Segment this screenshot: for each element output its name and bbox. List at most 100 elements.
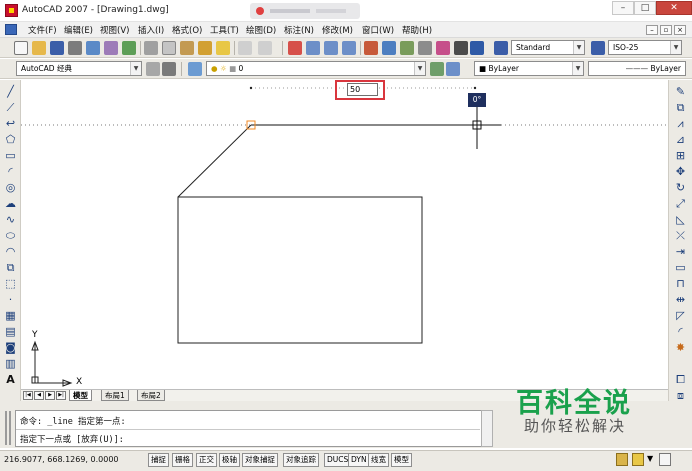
dynamic-input-field[interactable]: 50 xyxy=(347,83,378,96)
move-icon[interactable]: ✥ xyxy=(674,165,687,178)
next-tab-icon[interactable]: ▶ xyxy=(45,391,55,400)
lock-toolbar-icon[interactable] xyxy=(632,453,644,466)
lineweight-toggle[interactable]: 线宽 xyxy=(368,453,389,467)
close-button[interactable]: ✕ xyxy=(656,1,692,15)
cut-icon[interactable] xyxy=(144,41,158,55)
workspace-select[interactable]: AutoCAD 经典 ▼ xyxy=(16,61,142,76)
ortho-toggle[interactable]: 正交 xyxy=(196,453,217,467)
doc-restore-button[interactable]: ▫ xyxy=(660,25,672,35)
save-workspace-icon[interactable] xyxy=(162,62,176,76)
menu-file[interactable]: 文件(F) xyxy=(28,24,57,36)
pan-icon[interactable] xyxy=(288,41,302,55)
erase-icon[interactable]: ✎ xyxy=(674,85,687,98)
point-icon[interactable]: · xyxy=(4,293,17,306)
dim-style-select[interactable]: ISO-25 ▼ xyxy=(608,40,682,55)
clean-screen-icon[interactable] xyxy=(659,453,671,466)
stretch-icon[interactable]: ◺ xyxy=(674,213,687,226)
menu-help[interactable]: 帮助(H) xyxy=(402,24,432,36)
help-icon[interactable] xyxy=(470,41,484,55)
table-icon[interactable]: ▥ xyxy=(4,357,17,370)
make-block-icon[interactable]: ⬚ xyxy=(4,277,17,290)
new-icon[interactable] xyxy=(14,41,28,55)
drawn-rectangle[interactable] xyxy=(177,196,423,344)
maximize-button[interactable]: □ xyxy=(634,1,656,15)
design-center-icon[interactable] xyxy=(382,41,396,55)
insert-block-icon[interactable]: ⧉ xyxy=(4,261,17,274)
region-icon[interactable]: ◙ xyxy=(4,341,17,354)
layer-select[interactable]: ● ☼ ■ 0 ▼ xyxy=(206,61,426,76)
osnap-toggle[interactable]: 对象捕捉 xyxy=(242,453,278,467)
tool-palettes-icon[interactable] xyxy=(400,41,414,55)
browser-tab[interactable] xyxy=(250,3,360,19)
document-icon[interactable] xyxy=(5,24,17,35)
dyn-toggle[interactable]: DYN xyxy=(348,453,370,467)
linetype-select[interactable]: ——— ByLayer xyxy=(588,61,686,76)
menu-modify[interactable]: 修改(M) xyxy=(322,24,353,36)
undo-icon[interactable] xyxy=(238,41,252,55)
block-editor-icon[interactable] xyxy=(216,41,230,55)
publish-web-icon[interactable] xyxy=(122,41,136,55)
hatch-icon[interactable]: ▦ xyxy=(4,309,17,322)
paste-icon[interactable] xyxy=(180,41,194,55)
trim-icon[interactable]: ⤫ xyxy=(674,229,687,242)
rotate-icon[interactable]: ↻ xyxy=(674,181,687,194)
otrack-toggle[interactable]: 对象追踪 xyxy=(283,453,319,467)
dim-style-icon[interactable] xyxy=(591,41,605,55)
tab-layout2[interactable]: 布局2 xyxy=(137,390,165,401)
revision-cloud-icon[interactable]: ☁ xyxy=(4,197,17,210)
multiline-text-icon[interactable]: A xyxy=(4,373,17,386)
zoom-realtime-icon[interactable] xyxy=(306,41,320,55)
match-properties-icon[interactable] xyxy=(198,41,212,55)
drawn-line[interactable] xyxy=(177,124,252,198)
copy-object-icon[interactable]: ⧉ xyxy=(674,101,687,114)
gradient-icon[interactable]: ▤ xyxy=(4,325,17,338)
minimize-button[interactable]: – xyxy=(612,1,634,15)
snap-toggle[interactable]: 捕捉 xyxy=(148,453,169,467)
communication-center-icon[interactable] xyxy=(616,453,628,466)
previous-tab-icon[interactable]: ◀ xyxy=(34,391,44,400)
break-at-point-icon[interactable]: ▭ xyxy=(674,261,687,274)
menu-view[interactable]: 视图(V) xyxy=(100,24,129,36)
tab-model[interactable]: 模型 xyxy=(69,390,92,401)
tab-layout1[interactable]: 布局1 xyxy=(101,390,129,401)
doc-close-button[interactable]: × xyxy=(674,25,686,35)
markup-icon[interactable] xyxy=(436,41,450,55)
menu-tools[interactable]: 工具(T) xyxy=(210,24,239,36)
rectangle-icon[interactable]: ▭ xyxy=(4,149,17,162)
menu-insert[interactable]: 插入(I) xyxy=(138,24,164,36)
zoom-window-icon[interactable] xyxy=(324,41,338,55)
polygon-icon[interactable]: ⬠ xyxy=(4,133,17,146)
command-prompt-line[interactable]: 指定下一点或 [放弃(U)]: xyxy=(20,433,124,445)
draw-order-icon[interactable]: ⧠ xyxy=(674,373,687,386)
explode-icon[interactable]: ✸ xyxy=(674,341,687,354)
scale-icon[interactable]: ⤢ xyxy=(674,197,687,210)
publish-icon[interactable] xyxy=(104,41,118,55)
arc-icon[interactable]: ◜ xyxy=(4,165,17,178)
open-icon[interactable] xyxy=(32,41,46,55)
print-icon[interactable] xyxy=(68,41,82,55)
polar-toggle[interactable]: 极轴 xyxy=(219,453,240,467)
line-icon[interactable]: ╱ xyxy=(4,85,17,98)
chamfer-icon[interactable]: ◸ xyxy=(674,309,687,322)
menu-window[interactable]: 窗口(W) xyxy=(362,24,394,36)
workspace-settings-icon[interactable] xyxy=(146,62,160,76)
circle-icon[interactable]: ◎ xyxy=(4,181,17,194)
first-tab-icon[interactable]: |◀ xyxy=(23,391,33,400)
menu-edit[interactable]: 编辑(E) xyxy=(64,24,93,36)
make-current-layer-icon[interactable] xyxy=(430,62,444,76)
layer-previous-icon[interactable] xyxy=(446,62,460,76)
ellipse-icon[interactable]: ⬭ xyxy=(4,229,17,242)
save-icon[interactable] xyxy=(50,41,64,55)
join-icon[interactable]: ⇹ xyxy=(674,293,687,306)
array-icon[interactable]: ⊞ xyxy=(674,149,687,162)
ellipse-arc-icon[interactable]: ◠ xyxy=(4,245,17,258)
offset-icon[interactable]: ⊿ xyxy=(674,133,687,146)
color-select[interactable]: ■ ByLayer ▼ xyxy=(474,61,584,76)
sheet-set-icon[interactable] xyxy=(418,41,432,55)
redo-icon[interactable] xyxy=(258,41,272,55)
text-style-icon[interactable] xyxy=(494,41,508,55)
break-icon[interactable]: ⊓ xyxy=(674,277,687,290)
calculator-icon[interactable] xyxy=(454,41,468,55)
extend-icon[interactable]: ⇥ xyxy=(674,245,687,258)
grid-toggle[interactable]: 栅格 xyxy=(172,453,193,467)
